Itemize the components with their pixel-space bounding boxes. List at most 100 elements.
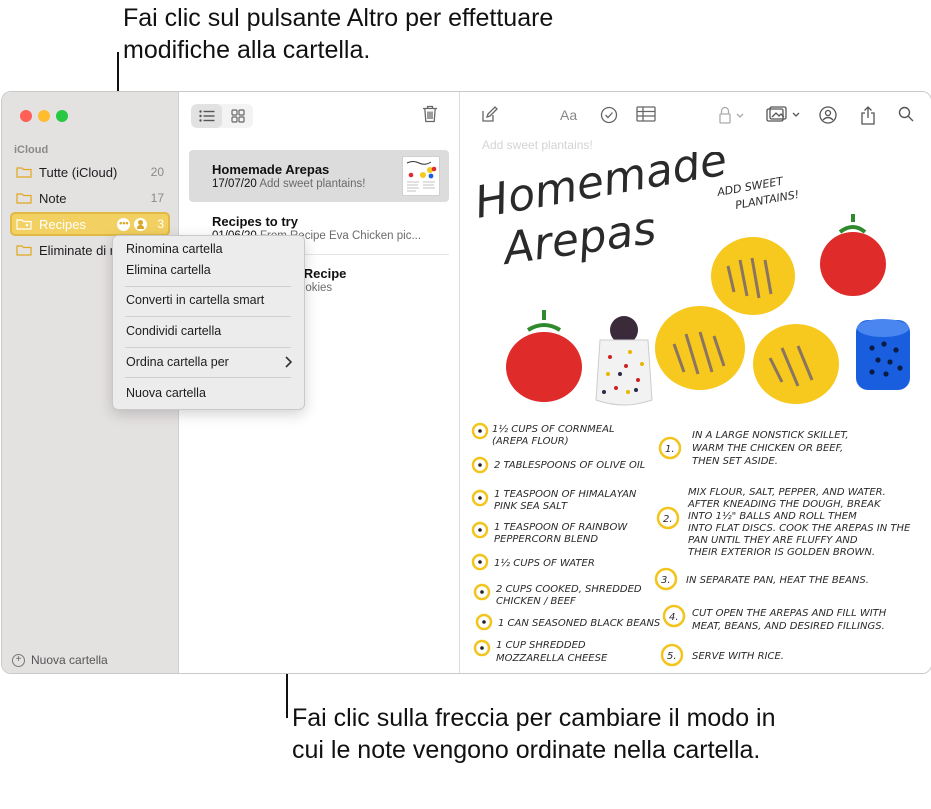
ingredient-line: PINK SEA SALT — [494, 501, 568, 512]
step-line: THEN SET ASIDE. — [692, 456, 778, 467]
compose-icon — [482, 106, 498, 122]
list-view-button[interactable] — [191, 104, 222, 128]
menu-item-sort-folder-by[interactable]: Ordina cartella per — [126, 353, 229, 371]
person-plus-icon — [819, 106, 837, 124]
ingredient-line: 1½ CUPS OF CORNMEAL — [492, 423, 615, 435]
note-faded-text: Add sweet plantains! — [482, 138, 593, 152]
gallery-view-button[interactable] — [222, 104, 253, 128]
callout-sort-arrow: Fai clic sulla freccia per cambiare il m… — [292, 704, 776, 764]
svg-text:Aa: Aa — [560, 108, 577, 122]
format-text-button[interactable]: Aa — [560, 107, 582, 127]
checklist-icon — [600, 106, 618, 124]
sidebar-section-label: iCloud — [14, 144, 49, 156]
step-line: WARM THE CHICKEN OR BEEF, — [692, 443, 843, 454]
photo-icon — [766, 106, 800, 122]
menu-item-delete-folder[interactable]: Elimina cartella — [126, 261, 211, 279]
menu-separator — [125, 347, 291, 348]
step-number: 3. — [661, 575, 671, 586]
folder-name: Tutte (iCloud) — [39, 164, 118, 180]
folder-icon — [16, 166, 32, 178]
chevron-right-icon[interactable] — [284, 356, 293, 371]
folder-name: Recipes — [39, 216, 86, 232]
ingredient-line: 2 TABLESPOONS OF OLIVE OIL — [494, 460, 645, 471]
arepa-illustration — [753, 324, 839, 404]
folder-icon — [16, 244, 32, 256]
menu-separator — [125, 377, 291, 378]
share-button[interactable] — [860, 106, 876, 131]
new-folder-button[interactable]: + Nuova cartella — [12, 653, 108, 667]
compose-button[interactable] — [480, 106, 498, 129]
salt-grinder-illustration — [595, 316, 653, 406]
ingredient-line: 1½ CUPS OF WATER — [494, 557, 595, 569]
ingredient-line: 1 CUP SHREDDED — [496, 640, 586, 651]
note-item-homemade-arepas[interactable]: Homemade Arepas 17/07/20 Add sweet plant… — [189, 150, 449, 202]
search-icon — [898, 106, 914, 122]
more-options-icon[interactable]: ••• — [117, 217, 131, 231]
ingredient-line: 2 CUPS COOKED, SHREDDED — [496, 584, 642, 595]
text-format-icon: Aa — [560, 107, 577, 123]
plus-circle-icon: + — [12, 653, 25, 667]
zoom-window-button[interactable] — [56, 110, 68, 122]
folder-name: Note — [39, 190, 67, 206]
ingredient-line: 1 TEASPOON OF RAINBOW — [494, 522, 628, 533]
beans-jar-illustration — [856, 319, 910, 390]
folder-icon — [16, 192, 32, 204]
note-preview: Add sweet plantains! — [259, 178, 366, 190]
table-button[interactable] — [636, 106, 656, 127]
menu-item-rename-folder[interactable]: Rinomina cartella — [126, 240, 223, 258]
step-line: MEAT, BEANS, AND DESIRED FILLINGS. — [692, 621, 885, 632]
step-line: MIX FLOUR, SALT, PEPPER, AND WATER. — [688, 487, 886, 498]
checklist-button[interactable] — [600, 106, 618, 129]
close-window-button[interactable] — [20, 110, 32, 122]
delete-note-button[interactable] — [422, 105, 438, 128]
arepa-illustration — [711, 237, 795, 315]
lock-icon — [719, 106, 744, 124]
note-editor: Aa Add sweet plantains! Homemade Arepas — [460, 92, 931, 673]
folder-count: 17 — [150, 191, 164, 205]
ingredient-line: CHICKEN / BEEF — [496, 596, 576, 607]
step-line: IN SEPARATE PAN, HEAT THE BEANS. — [686, 575, 869, 586]
table-icon — [636, 106, 656, 122]
callout-more-button: Fai clic sul pulsante Altro per effettua… — [123, 4, 554, 64]
step-line: PAN UNTIL THEY ARE FLUFFY AND — [688, 535, 858, 546]
menu-item-share-folder[interactable]: Condividi cartella — [126, 322, 221, 340]
step-line: AFTER KNEADING THE DOUGH, BREAK — [687, 499, 882, 510]
ingredient-bullets — [471, 422, 493, 657]
note-subtitle: 17/07/20 Add sweet plantains! — [212, 178, 365, 190]
note-date: 17/07/20 — [212, 178, 257, 190]
menu-item-new-folder[interactable]: Nuova cartella — [126, 384, 206, 402]
step-number: 4. — [669, 612, 679, 623]
note-thumbnail — [402, 156, 440, 196]
step-line: CUT OPEN THE AREPAS AND FILL WITH — [692, 608, 887, 619]
step-number: 1. — [665, 444, 675, 455]
menu-item-convert-smart-folder[interactable]: Converti in cartella smart — [126, 291, 264, 309]
arepa-illustration — [655, 306, 745, 390]
menu-separator — [125, 316, 291, 317]
ingredient-line: 1 CAN SEASONED BLACK BEANS — [498, 618, 661, 629]
ingredient-line: 1 TEASPOON OF HIMALAYAN — [494, 489, 637, 500]
minimize-window-button[interactable] — [38, 110, 50, 122]
step-line: SERVE WITH RICE. — [692, 651, 784, 662]
list-icon — [198, 110, 214, 122]
step-number: 5. — [667, 651, 677, 662]
sidebar-item-recipes[interactable]: Recipes ••• 3 — [10, 212, 170, 236]
folder-count: 20 — [150, 165, 164, 179]
tomato-illustration — [506, 310, 582, 402]
lock-button[interactable] — [718, 106, 746, 129]
new-folder-label: Nuova cartella — [31, 653, 108, 667]
sidebar-item-all-icloud[interactable]: Tutte (iCloud) 20 — [10, 160, 170, 184]
folder-context-menu: Rinomina cartella Elimina cartella Conve… — [112, 235, 305, 410]
ingredient-line: (AREPA FLOUR) — [492, 436, 569, 447]
shared-person-icon — [134, 217, 148, 231]
ingredient-line: PEPPERCORN BLEND — [494, 534, 598, 545]
search-button[interactable] — [898, 106, 914, 127]
media-button[interactable] — [766, 106, 802, 129]
step-line: INTO FLAT DISCS. COOK THE AREPAS IN THE — [688, 523, 911, 534]
note-title: Recipes to try — [212, 214, 298, 229]
sidebar-item-note[interactable]: Note 17 — [10, 186, 170, 210]
step-line: THEIR EXTERIOR IS GOLDEN BROWN. — [688, 547, 875, 558]
notes-window: iCloud Tutte (iCloud) 20 Note 17 Recipes… — [1, 91, 931, 674]
collaborate-button[interactable] — [818, 106, 838, 129]
note-title: Homemade Arepas — [212, 162, 330, 177]
view-toggle — [191, 104, 253, 128]
